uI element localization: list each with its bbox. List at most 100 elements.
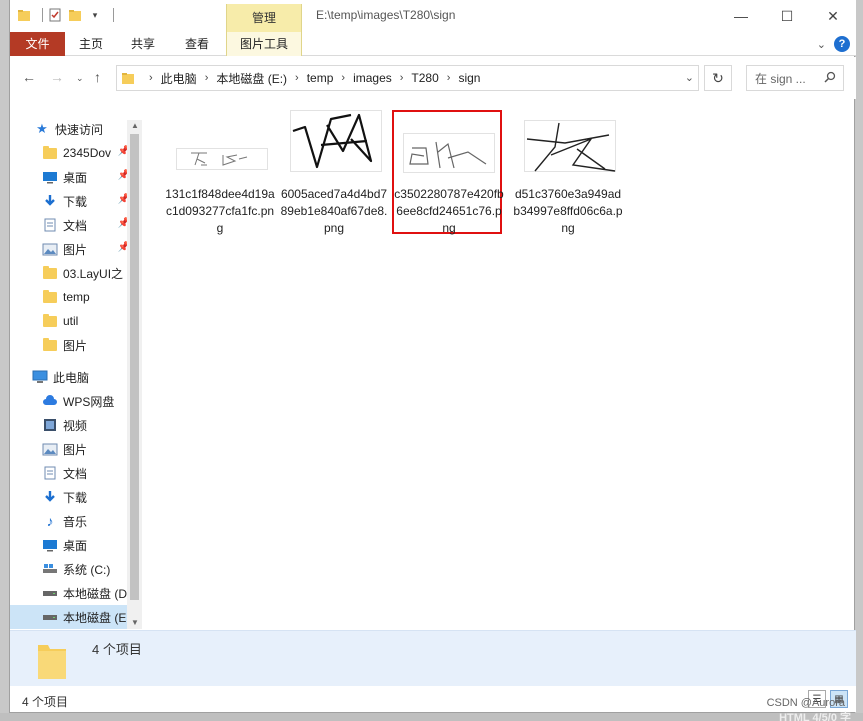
breadcrumb-temp[interactable]: temp [307,71,334,85]
folder-icon [42,265,58,281]
search-icon[interactable] [824,71,836,86]
nav-item-drive-e[interactable]: 本地磁盘 (E [10,605,142,629]
nav-quick-access[interactable]: ★ 快速访问 [10,117,130,141]
close-icon[interactable]: ✕ [810,0,856,32]
folder-icon [42,145,58,161]
ribbon-tabs: 文件 主页 共享 查看 图片工具 ⌄ ? [10,32,856,56]
nav-item-pictures[interactable]: 图片 📌 [10,237,130,261]
file-item[interactable]: 6005aced7a4d4bd789eb1e840af67de8.png [279,110,389,235]
nav-item-documents[interactable]: 文档 📌 [10,213,130,237]
refresh-icon[interactable]: ↻ [704,65,732,91]
drive-icon [42,609,58,625]
breadcrumb-separator[interactable]: › [400,72,404,84]
breadcrumb-separator[interactable]: › [447,72,451,84]
help-icon[interactable]: ? [834,36,850,52]
music-icon: ♪ [46,513,54,529]
nav-item-pc-downloads[interactable]: 下载 [10,485,130,509]
expand-ribbon-icon[interactable]: ⌄ [817,38,826,51]
video-icon [42,417,58,433]
computer-icon [32,369,48,385]
minimize-icon[interactable]: — [718,0,764,32]
search-input[interactable]: 在 sign ... [746,65,844,91]
back-arrow-icon[interactable]: ← [22,69,36,85]
file-item[interactable]: d51c3760e3a949adb34997e8ffd06c6a.png [513,110,623,235]
tab-view[interactable]: 查看 [169,32,225,56]
maximize-icon[interactable]: ☐ [764,0,810,32]
drive-icon [42,585,58,601]
picture-icon [42,441,58,457]
nav-item-temp[interactable]: temp [10,285,130,309]
breadcrumb-t280[interactable]: T280 [411,71,438,85]
nav-item-pictures-folder[interactable]: 图片 [10,333,130,357]
forward-arrow-icon[interactable]: → [50,69,64,85]
details-pane: 4 个项目 [10,630,856,686]
explorer-window: ▾ 管理 E:\temp\images\T280\sign — ☐ ✕ 文件 主… [9,0,856,713]
file-view: 131c1f848dee4d19ac1d093277cfa1fc.png 600… [142,100,854,630]
breadcrumb-separator[interactable]: › [295,72,299,84]
file-item-highlighted[interactable]: c3502280787e420fb6ee8cfd24651c76.png [392,110,504,235]
background-text: HTML 4/5/0 字 [779,712,851,721]
breadcrumb-separator[interactable]: › [341,72,345,84]
address-bar[interactable]: › 此电脑 › 本地磁盘 (E:) › temp › images › T280… [116,65,699,91]
tab-share[interactable]: 共享 [117,32,169,56]
folder-icon [42,337,58,353]
background-right-strip [855,0,863,721]
breadcrumb-sign[interactable]: sign [458,71,480,85]
file-item[interactable]: 131c1f848dee4d19ac1d093277cfa1fc.png [165,110,275,235]
desktop-icon [42,169,58,185]
new-folder-icon[interactable] [67,7,83,23]
manage-contextual-tab[interactable]: 管理 [226,4,302,32]
quick-access-toolbar: ▾ [16,7,114,23]
nav-item-drive-d[interactable]: 本地磁盘 (D [10,581,130,605]
up-arrow-icon[interactable]: ↑ [94,69,101,85]
breadcrumb-images[interactable]: images [353,71,392,85]
scroll-up-icon[interactable]: ▲ [131,121,139,130]
navigation-bar: ← → ⌄ ↑ › 此电脑 › 本地磁盘 (E:) › temp › image… [10,57,856,99]
tab-home[interactable]: 主页 [65,32,117,56]
customize-toolbar-icon[interactable]: ▾ [87,7,103,23]
recent-locations-icon[interactable]: ⌄ [76,73,84,84]
scrollbar-thumb[interactable] [130,134,139,600]
toolbar-separator [113,8,114,22]
properties-icon[interactable] [47,7,63,23]
signature-thumbnail [524,120,616,172]
title-bar: ▾ 管理 E:\temp\images\T280\sign — ☐ ✕ [10,0,856,32]
details-item-count: 4 个项目 [92,642,142,657]
document-icon [42,217,58,233]
breadcrumb-separator: › [149,72,153,84]
tab-picture-tools[interactable]: 图片工具 [226,32,302,56]
watermark: CSDN @Aurora [766,697,845,709]
folder-icon [42,289,58,305]
nav-item-pc-pictures[interactable]: 图片 [10,437,130,461]
folder-icon [16,7,32,23]
nav-item-pc-desktop[interactable]: 桌面 [10,533,130,557]
background-bottom-strip [0,713,863,721]
breadcrumb-separator[interactable]: › [205,72,209,84]
address-dropdown-icon[interactable]: ⌄ [685,71,694,84]
toolbar-separator [42,8,43,22]
nav-item-wps-cloud[interactable]: WPS网盘 [10,389,130,413]
nav-item-music[interactable]: ♪ 音乐 [10,509,130,533]
file-name: d51c3760e3a949adb34997e8ffd06c6a.png [513,187,623,235]
nav-pane-scrollbar[interactable]: ▲ ▼ [127,120,142,629]
nav-item-2345download[interactable]: 2345Dov 📌 [10,141,130,165]
nav-this-pc[interactable]: 此电脑 [10,365,130,389]
file-name: 6005aced7a4d4bd789eb1e840af67de8.png [280,187,388,235]
nav-item-videos[interactable]: 视频 [10,413,130,437]
nav-item-util[interactable]: util [10,309,130,333]
folder-icon [42,313,58,329]
tab-file[interactable]: 文件 [10,32,65,56]
download-icon [42,489,58,505]
scroll-down-icon[interactable]: ▼ [131,618,139,627]
window-controls: — ☐ ✕ [718,0,856,32]
breadcrumb-drive-e[interactable]: 本地磁盘 (E:) [216,70,287,87]
status-bar: 4 个项目 ☰ ▦ [10,686,856,712]
breadcrumb-this-pc[interactable]: 此电脑 [161,70,197,87]
nav-item-pc-documents[interactable]: 文档 [10,461,130,485]
nav-item-layui[interactable]: 03.LayUI之 [10,261,130,285]
desktop-icon [42,537,58,553]
nav-item-drive-c[interactable]: 系统 (C:) [10,557,130,581]
download-icon [42,193,58,209]
nav-item-desktop[interactable]: 桌面 📌 [10,165,130,189]
nav-item-downloads[interactable]: 下载 📌 [10,189,130,213]
